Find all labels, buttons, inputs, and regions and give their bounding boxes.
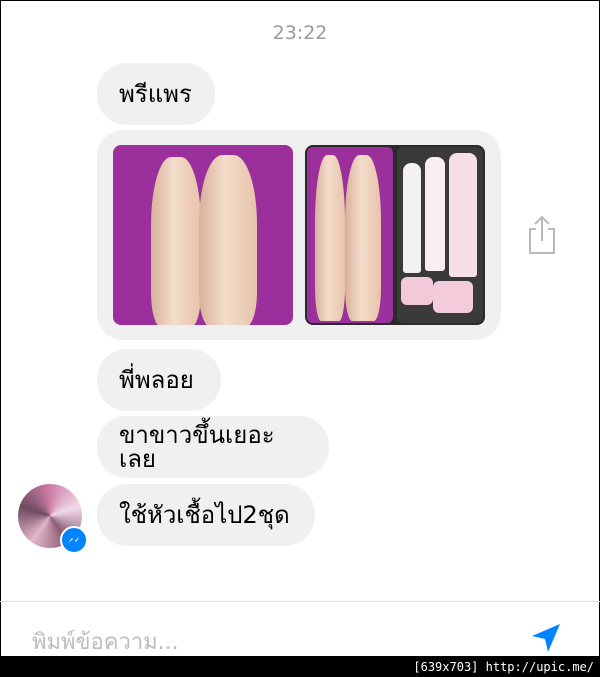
message-timestamp: 23:22 xyxy=(272,22,328,44)
composer-divider xyxy=(0,601,600,602)
product-thumbnail xyxy=(397,147,483,323)
product-jar xyxy=(401,277,433,305)
leg-shape xyxy=(315,155,345,321)
legs-thumbnail xyxy=(307,147,393,323)
product-bottle xyxy=(449,153,477,277)
message-text: พรีแพร xyxy=(119,80,192,108)
legs-photo[interactable] xyxy=(113,145,293,325)
share-icon[interactable] xyxy=(526,215,558,255)
before-after-product-photo[interactable] xyxy=(305,145,485,325)
product-jar xyxy=(433,281,473,313)
product-bottle xyxy=(403,163,421,273)
message-bubble[interactable]: พรีแพร xyxy=(97,63,215,125)
message-bubble[interactable]: พี่พลอย xyxy=(97,349,221,411)
leg-shape xyxy=(151,157,201,325)
media-message[interactable] xyxy=(97,130,501,340)
message-input[interactable]: พิมพ์ข้อความ... xyxy=(32,624,179,659)
product-bottle xyxy=(425,157,445,271)
leg-shape xyxy=(199,155,257,325)
message-bubble[interactable]: ใช้หัวเชื้อไป2ชุด xyxy=(97,484,315,546)
image-host-watermark: [639x703] http://upic.me/ xyxy=(0,657,600,677)
message-bubble[interactable]: ขาขาวขึ้นเยอะเลย xyxy=(97,416,329,478)
send-icon[interactable] xyxy=(528,620,564,656)
message-text: พี่พลอย xyxy=(119,366,194,394)
leg-shape xyxy=(345,155,381,321)
message-text: ขาขาวขึ้นเยอะเลย xyxy=(119,421,275,473)
messenger-badge-icon xyxy=(60,526,88,554)
message-text: ใช้หัวเชื้อไป2ชุด xyxy=(119,501,290,529)
